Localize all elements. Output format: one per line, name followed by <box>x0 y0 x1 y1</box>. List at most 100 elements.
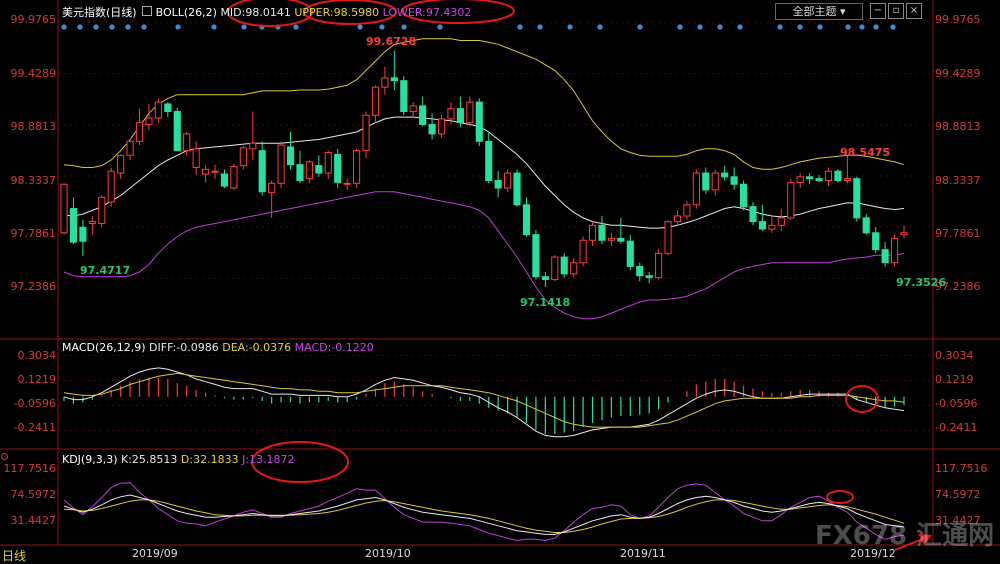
candle-body <box>579 239 587 264</box>
signal-dot <box>637 24 643 30</box>
indicator-icon[interactable] <box>142 6 153 16</box>
candle-body <box>749 206 757 223</box>
signal-dot <box>517 24 523 30</box>
kdj-toggle-icon[interactable] <box>1 453 8 460</box>
kdj-tick-left: 74.5972 <box>10 488 57 501</box>
candle-body <box>79 226 87 242</box>
date-label: 2019/10 <box>365 547 411 560</box>
signal-dot <box>817 24 823 30</box>
price-tick-left: 98.8813 <box>10 120 57 133</box>
candle-body <box>768 224 776 230</box>
signal-dot <box>567 24 573 30</box>
signal-dot <box>859 24 865 30</box>
annotation-low-3: 97.3526 <box>896 276 947 289</box>
theme-dropdown[interactable]: 全部主题 ▾ <box>775 3 863 20</box>
period-tab[interactable]: 日线 <box>2 547 26 564</box>
macd-tick-right: 0.3034 <box>935 349 974 362</box>
kdj-k-path <box>63 494 905 535</box>
chart-canvas[interactable] <box>0 0 1000 564</box>
macd-diff-path <box>63 367 905 438</box>
candle-body <box>730 176 738 185</box>
candle-body <box>796 176 804 183</box>
candle-body <box>758 221 766 230</box>
candle-body <box>570 262 578 275</box>
candle-body <box>532 234 540 278</box>
candle-body <box>673 215 682 223</box>
boll-lower-line <box>63 191 905 320</box>
candle-body <box>381 77 389 88</box>
candle-body <box>268 182 276 194</box>
signal-dot <box>537 24 543 30</box>
macd-tick-left: -0.2411 <box>13 421 56 434</box>
candle-body <box>371 86 380 116</box>
signal-dot <box>845 24 851 30</box>
macd-value: MACD:-0.1220 <box>294 341 374 354</box>
boll-name: BOLL(26,2) <box>155 6 217 19</box>
candle-body <box>362 114 370 152</box>
kdj-d-line <box>63 499 905 533</box>
restore-icon[interactable]: ▫ <box>888 3 904 19</box>
candle-body <box>636 265 644 277</box>
macd-dea-value: DEA:-0.0376 <box>222 341 292 354</box>
macd-tick-right: 0.1219 <box>935 373 974 386</box>
close-icon[interactable]: × <box>906 3 922 19</box>
signal-dot <box>717 24 723 30</box>
kdj-tick-left: 117.7516 <box>3 462 57 475</box>
candle-body <box>522 204 531 236</box>
candle-body <box>154 101 162 119</box>
signal-dot <box>109 24 115 30</box>
candle-body <box>334 153 342 183</box>
price-tick-left: 97.7861 <box>10 227 57 240</box>
candle-body <box>145 117 153 126</box>
signal-dot <box>697 24 703 30</box>
candle-body <box>117 154 125 174</box>
candle-body <box>824 170 833 182</box>
candle-body <box>456 108 464 124</box>
candle-body <box>513 172 521 206</box>
kdj-d-value: D:32.1833 <box>180 453 239 466</box>
boll-upper-value: UPPER:98.5980 <box>294 6 380 19</box>
candle-body <box>192 148 200 168</box>
candle-body <box>777 217 785 226</box>
candle-body <box>230 166 238 189</box>
kdj-k-line <box>63 494 905 535</box>
macd-tick-right: -0.0596 <box>935 397 978 410</box>
candle-body <box>258 150 266 193</box>
signal-dot <box>401 24 407 30</box>
macd-tick-left: 0.1219 <box>17 373 57 386</box>
candle-body <box>164 103 172 112</box>
signal-dot <box>357 24 363 30</box>
annotation-peak-2: 98.5475 <box>840 146 891 159</box>
annotation-high: 99.6728 <box>366 35 417 48</box>
candle-body <box>220 173 229 187</box>
price-tick-left: 99.4289 <box>10 67 57 80</box>
annotation-low-1: 97.4717 <box>80 264 131 277</box>
candle-body <box>900 232 908 236</box>
candle-body <box>655 252 663 279</box>
period-close-bracket: ) <box>132 6 137 19</box>
candle-body <box>588 224 597 241</box>
period-label[interactable]: 日线 <box>110 6 132 19</box>
instrument-title: 美元指数 <box>62 6 106 19</box>
candle-body <box>88 221 96 224</box>
kdj-k-value: K:25.8513 <box>121 453 178 466</box>
candle-body <box>617 237 625 242</box>
candle-body <box>126 140 134 156</box>
candlesticks <box>60 50 908 287</box>
macd-name: MACD(26,12,9) <box>62 341 146 354</box>
minimize-icon[interactable]: − <box>870 3 886 19</box>
signal-dots <box>61 24 896 30</box>
candle-body <box>485 140 493 182</box>
candle-body <box>862 217 870 234</box>
macd-diff-value: DIFF:-0.0986 <box>149 341 219 354</box>
candle-body <box>277 144 285 184</box>
macd-diff-line <box>63 367 905 438</box>
signal-dot <box>141 24 147 30</box>
signal-dot <box>777 24 783 30</box>
price-tick-right: 97.7861 <box>935 227 981 240</box>
signal-dot <box>379 24 385 30</box>
kdj-header: KDJ(9,3,3) K:25.8513 D:32.1833 J:13.1872 <box>62 453 295 466</box>
candle-body <box>202 168 210 175</box>
chart-header: 美元指数(日线) BOLL(26,2) MID:98.0141 UPPER:98… <box>62 4 471 20</box>
candle-body <box>447 108 455 120</box>
